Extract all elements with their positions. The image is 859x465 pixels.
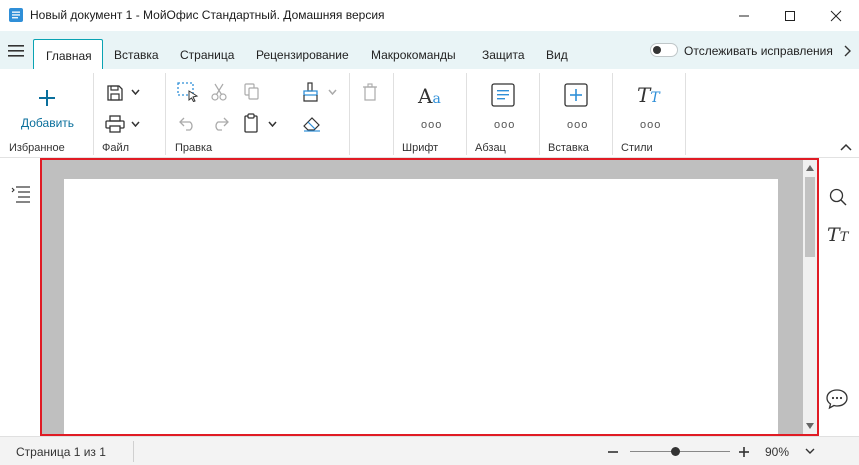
delete-icon[interactable] (362, 83, 378, 101)
document-page[interactable] (64, 179, 778, 434)
tab-review[interactable]: Рецензирование (256, 48, 349, 62)
add-button-label[interactable]: Добавить (21, 116, 74, 130)
chevron-down-icon[interactable] (803, 444, 817, 458)
close-icon (830, 10, 842, 21)
insert-icon[interactable] (564, 83, 588, 107)
insert-more-button[interactable]: ооо (567, 119, 588, 131)
paragraph-icon[interactable] (491, 83, 515, 107)
save-icon[interactable] (106, 84, 124, 102)
document-area[interactable] (40, 158, 819, 436)
group-divider (393, 73, 394, 155)
ribbon-tab-bar: Главная Вставка Страница Рецензирование … (0, 31, 859, 70)
minimize-icon (739, 15, 749, 16)
text-styles-panel-button[interactable]: TT (827, 224, 848, 246)
select-icon[interactable] (177, 82, 199, 102)
eraser-icon[interactable] (302, 114, 322, 132)
group-label-styles: Стили (621, 142, 653, 154)
group-label-insert: Вставка (548, 142, 589, 154)
group-divider (539, 73, 540, 155)
plus-icon (739, 447, 749, 457)
tab-label: Главная (46, 49, 92, 63)
status-bar: Страница 1 из 1 90% (0, 436, 859, 465)
redo-icon[interactable] (211, 115, 229, 131)
undo-icon[interactable] (179, 115, 197, 131)
tab-view[interactable]: Вид (546, 48, 568, 62)
document-outline-icon[interactable] (11, 185, 31, 205)
group-label-favorites: Избранное (9, 142, 65, 154)
ribbon-panel: Добавить Избранное Файл Правка Aa ооо Шр… (0, 69, 859, 158)
tab-page[interactable]: Страница (180, 48, 234, 62)
tabs-scroll-right-button[interactable] (837, 41, 857, 61)
font-aa-icon: Aa (418, 84, 441, 108)
title-bar: Новый документ 1 - МойОфис Стандартный. … (0, 0, 859, 31)
zoom-out-button[interactable] (604, 443, 622, 461)
group-divider (685, 73, 686, 155)
zoom-in-button[interactable] (735, 443, 753, 461)
minimize-button[interactable] (721, 0, 767, 31)
tab-insert[interactable]: Вставка (114, 48, 159, 62)
status-divider (133, 441, 134, 462)
tab-home[interactable]: Главная (33, 39, 103, 70)
collapse-ribbon-icon[interactable] (838, 141, 854, 155)
paste-icon[interactable] (243, 113, 259, 133)
tab-protection[interactable]: Защита (482, 48, 525, 62)
scroll-down-button[interactable] (805, 420, 815, 432)
zoom-slider-thumb[interactable] (670, 447, 680, 456)
zoom-slider-track[interactable] (630, 451, 730, 452)
document-app-icon (9, 8, 23, 22)
vertical-scrollbar[interactable] (803, 160, 817, 434)
chevron-down-icon[interactable] (131, 121, 140, 127)
left-sidebar (0, 158, 40, 436)
close-button[interactable] (813, 0, 859, 31)
scroll-up-button[interactable] (805, 162, 815, 174)
group-divider (93, 73, 94, 155)
font-button[interactable]: Aa (418, 84, 441, 108)
group-divider (165, 73, 166, 155)
chevron-right-icon (844, 45, 851, 57)
minus-icon (608, 451, 618, 453)
group-label-edit: Правка (175, 142, 213, 154)
chevron-down-icon[interactable] (268, 121, 277, 127)
menu-icon[interactable] (8, 45, 24, 57)
toggle-knob (653, 46, 661, 54)
styles-more-button[interactable]: ооо (640, 119, 661, 131)
comments-icon[interactable] (825, 388, 849, 410)
font-more-button[interactable]: ооо (421, 119, 442, 131)
chevron-down-icon[interactable] (131, 89, 140, 95)
tab-macros[interactable]: Макрокоманды (371, 48, 456, 62)
group-divider (612, 73, 613, 155)
zoom-level[interactable]: 90% (765, 445, 789, 459)
track-changes-toggle[interactable] (650, 43, 678, 57)
group-label-font: Шрифт (402, 142, 439, 154)
page-count: Страница 1 из 1 (16, 445, 106, 459)
group-divider (466, 73, 467, 155)
chevron-down-icon[interactable] (328, 89, 337, 95)
group-label-file: Файл (102, 142, 130, 154)
arrow-up-icon (806, 165, 814, 171)
track-changes-label: Отслеживать исправления (684, 44, 833, 58)
copy-icon[interactable] (244, 83, 260, 101)
right-sidebar: TT (819, 158, 859, 436)
format-painter-icon[interactable] (302, 82, 320, 102)
arrow-down-icon (806, 423, 814, 429)
maximize-button[interactable] (767, 0, 813, 31)
text-styles-icon: TT (637, 83, 660, 107)
paragraph-more-button[interactable]: ооо (494, 119, 515, 131)
styles-button[interactable]: TT (637, 83, 660, 107)
scrollbar-thumb[interactable] (805, 177, 815, 257)
cut-icon[interactable] (211, 83, 227, 101)
add-icon[interactable] (38, 89, 56, 107)
text-styles-icon: TT (827, 224, 849, 246)
group-label-paragraph: Абзац (475, 142, 506, 154)
window-title: Новый документ 1 - МойОфис Стандартный. … (30, 8, 385, 22)
maximize-icon (785, 10, 795, 21)
group-divider (349, 73, 350, 155)
print-icon[interactable] (105, 115, 125, 133)
search-icon[interactable] (829, 188, 847, 206)
